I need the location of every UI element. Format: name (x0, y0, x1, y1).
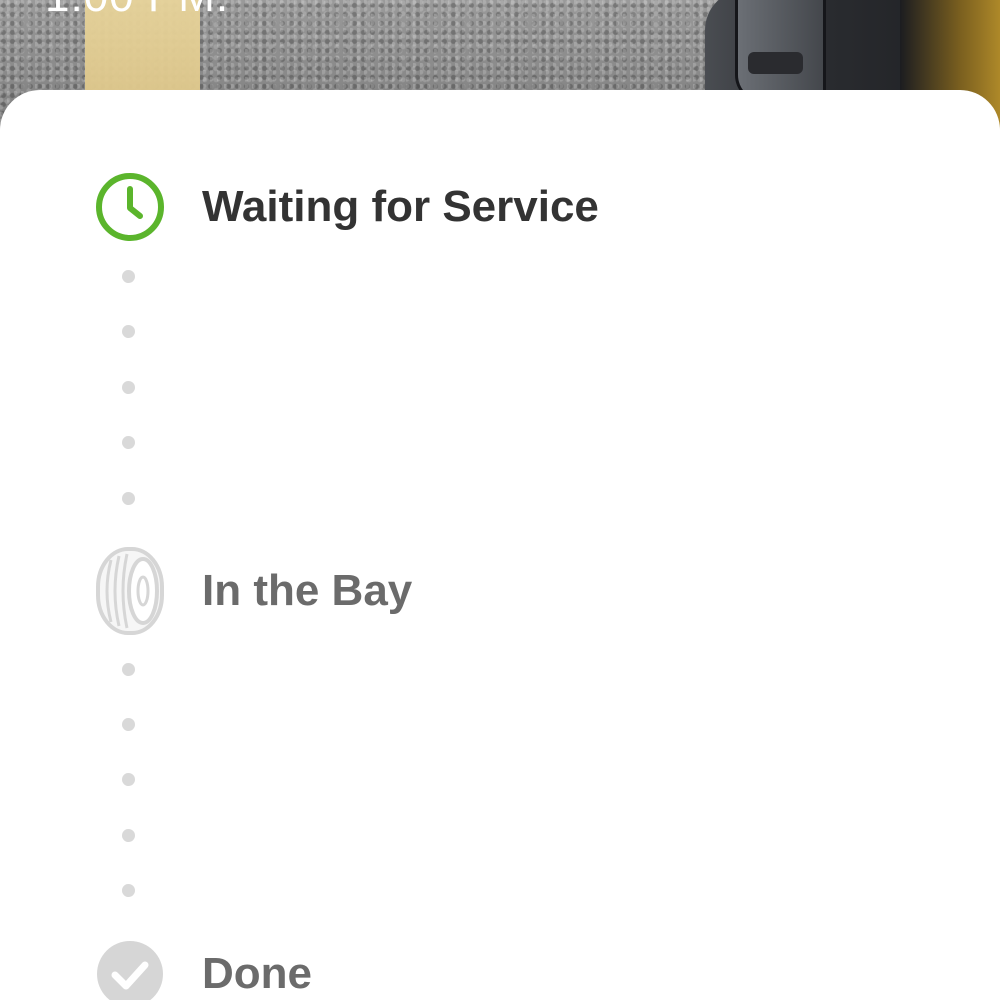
status-step-waiting: Waiting for Service (95, 171, 599, 243)
car-door-handle (748, 52, 803, 74)
progress-dot (122, 884, 135, 897)
status-step-done: Done (95, 938, 312, 1000)
progress-dot (122, 663, 135, 676)
clock-icon (95, 172, 165, 242)
progress-dot (122, 718, 135, 731)
progress-dot (122, 492, 135, 505)
check-circle-icon (95, 939, 165, 1000)
progress-dot (122, 270, 135, 283)
status-step-label: Waiting for Service (202, 182, 599, 231)
tire-icon (95, 547, 165, 635)
progress-dot (122, 436, 135, 449)
status-step-label: Done (202, 949, 312, 998)
status-step-label: In the Bay (202, 566, 413, 615)
status-step-in-bay: In the Bay (95, 547, 413, 635)
progress-dot (122, 773, 135, 786)
progress-dot (122, 325, 135, 338)
progress-dot (122, 829, 135, 842)
appointment-time-text: 1:00 PM. (45, 0, 229, 22)
progress-dot (122, 381, 135, 394)
